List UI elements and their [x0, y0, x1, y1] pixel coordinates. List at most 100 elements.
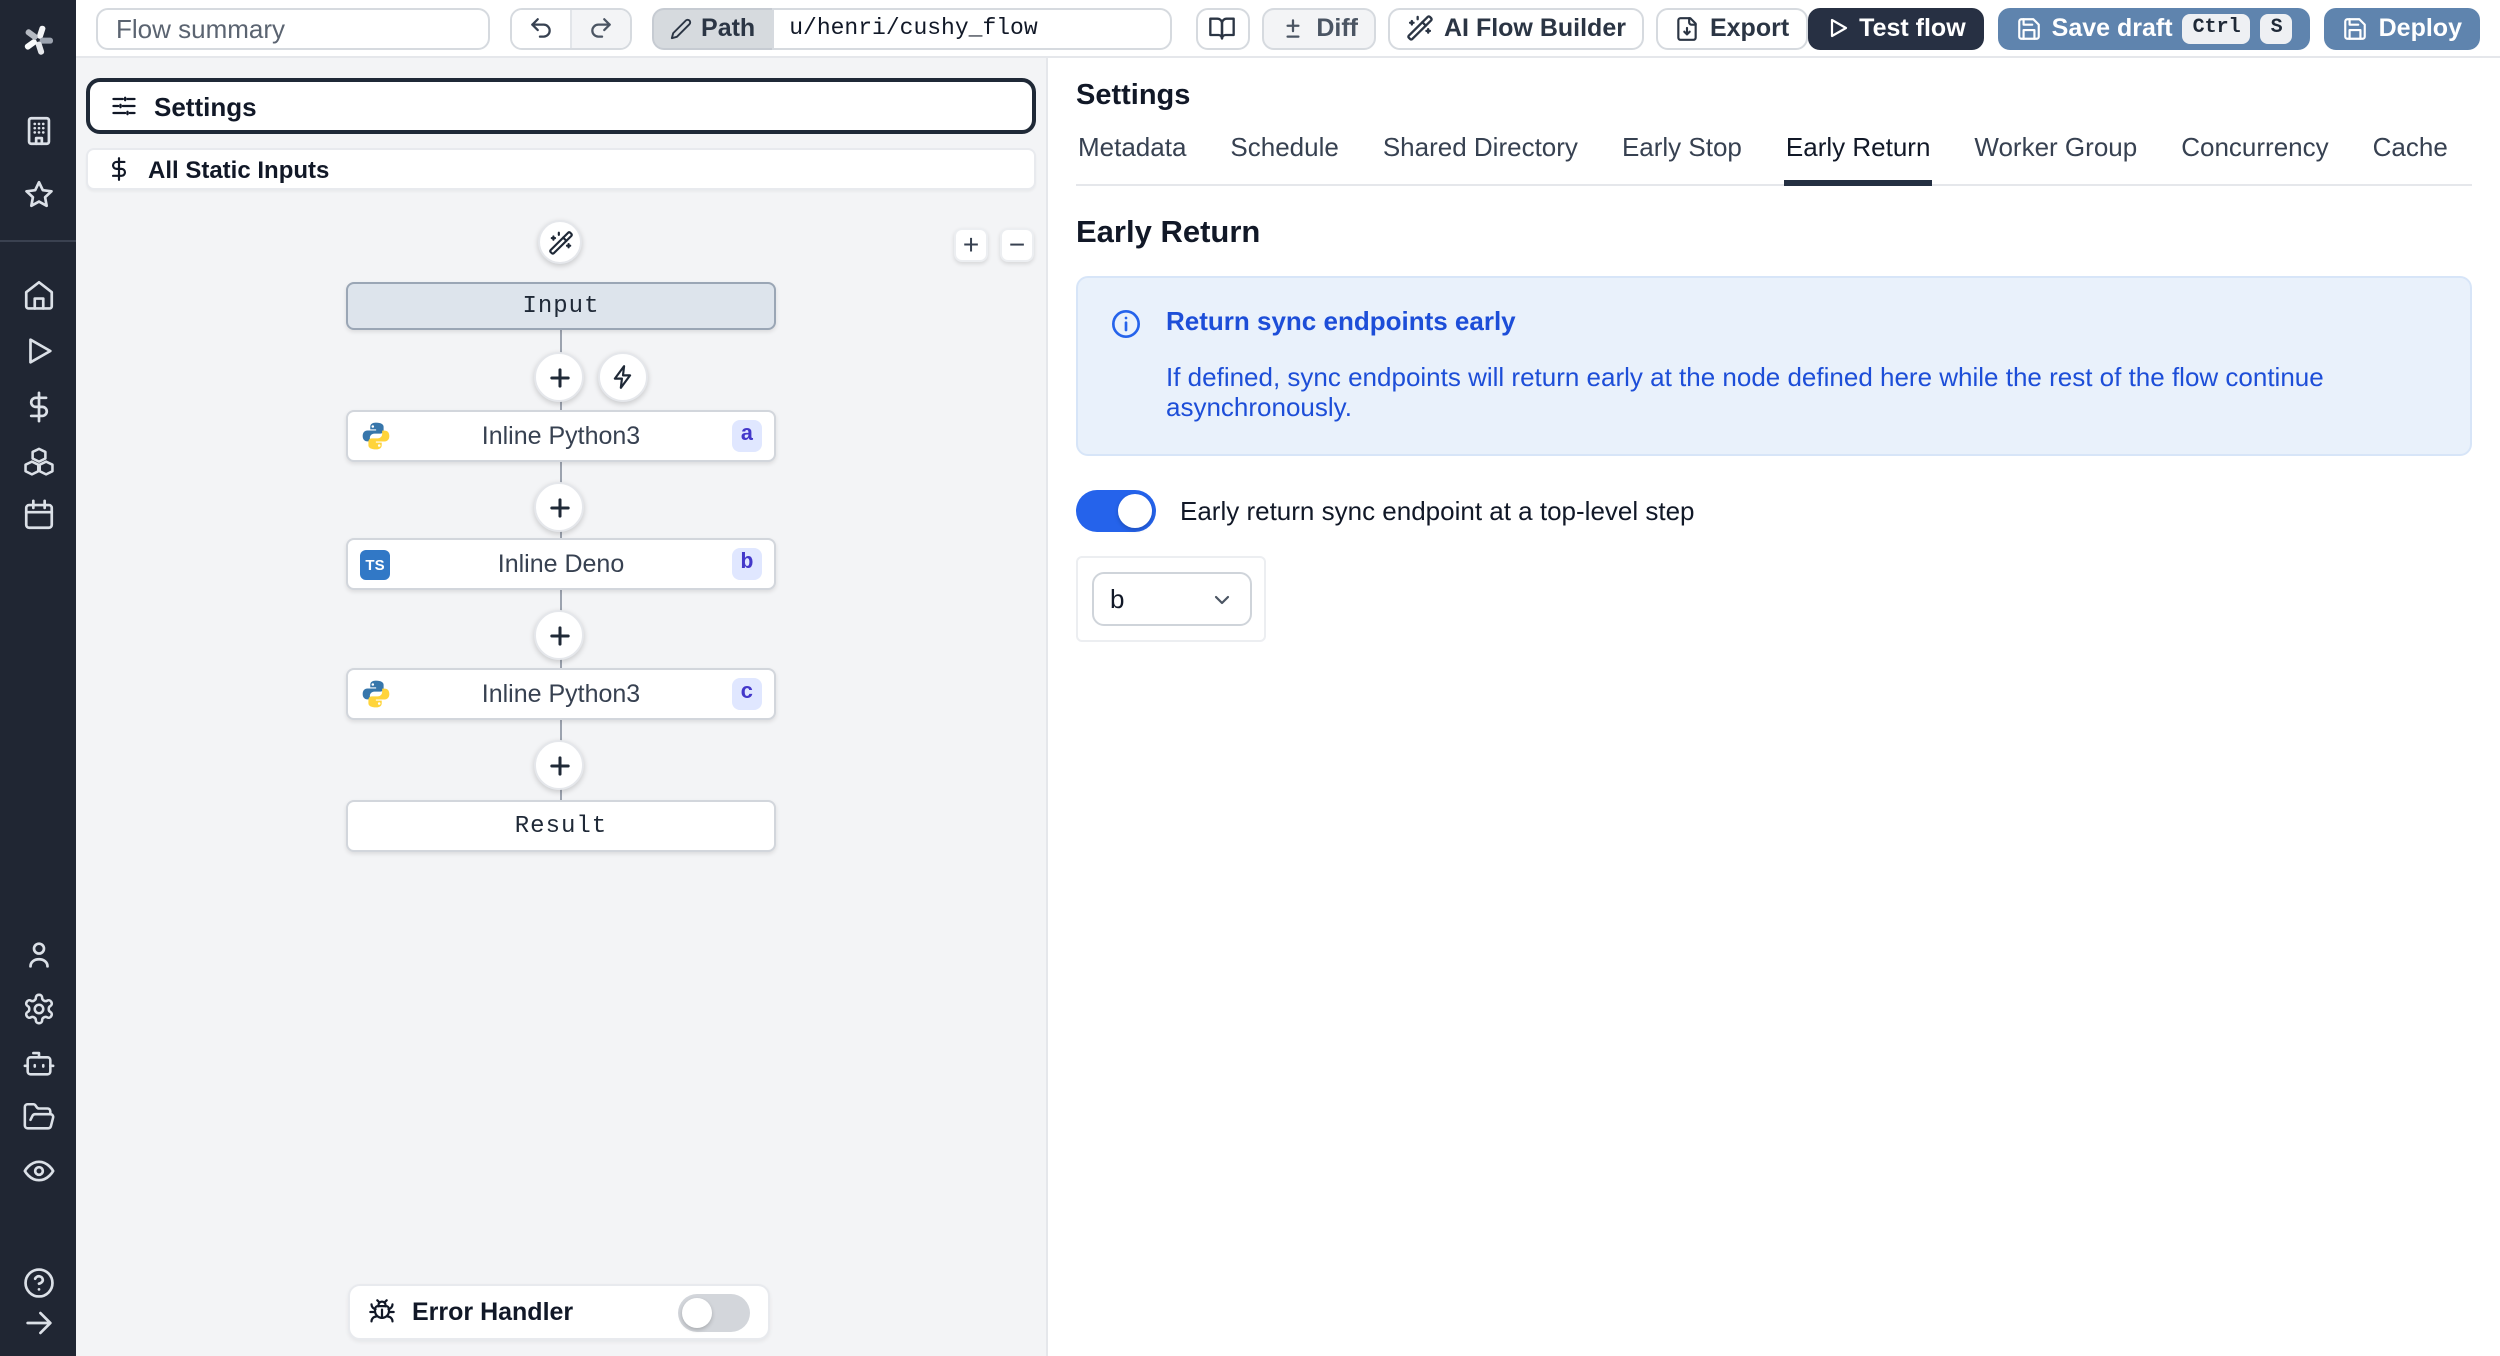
book-open-icon	[1209, 14, 1237, 42]
node-inline-deno-b[interactable]: TS Inline Deno b	[346, 538, 776, 590]
path-edit-button[interactable]: Path	[651, 7, 772, 49]
redo-icon	[588, 15, 614, 41]
top-toolbar: Path Diff	[76, 0, 2500, 58]
windmill-logo-icon[interactable]	[14, 16, 62, 64]
zoom-out-button[interactable]: −	[1000, 228, 1034, 262]
step-badge: a	[732, 420, 762, 452]
tab-schedule[interactable]: Schedule	[1228, 132, 1340, 186]
node-result[interactable]: Result	[346, 800, 776, 852]
docs-button[interactable]	[1195, 7, 1251, 49]
gear-icon	[21, 991, 55, 1025]
settings-panel-title: Settings	[1076, 80, 1191, 112]
path-group: Path	[651, 7, 1172, 49]
play-icon	[21, 333, 55, 367]
sidebar-item-variables[interactable]	[0, 382, 76, 430]
redo-button[interactable]	[570, 9, 630, 47]
undo-button[interactable]	[512, 9, 571, 47]
add-trigger-button[interactable]	[598, 352, 648, 402]
path-input[interactable]	[771, 7, 1172, 49]
info-title: Return sync endpoints early	[1166, 306, 1516, 336]
play-icon	[1825, 16, 1849, 40]
insert-step-button[interactable]	[534, 352, 584, 402]
info-icon	[1110, 308, 1142, 422]
deploy-button[interactable]: Deploy	[2324, 7, 2480, 49]
tab-worker-group[interactable]: Worker Group	[1972, 132, 2139, 186]
save-draft-label: Save draft	[2051, 14, 2173, 42]
robot-icon	[21, 1045, 55, 1079]
tab-concurrency[interactable]: Concurrency	[2179, 132, 2330, 186]
flow-settings-item[interactable]: Settings	[86, 78, 1036, 134]
user-icon	[21, 937, 55, 971]
windmill-flow-editor: Path Diff	[0, 0, 2500, 1356]
tab-early-return[interactable]: Early Return	[1783, 132, 1933, 186]
sidebar-item-settings[interactable]	[0, 984, 76, 1032]
insert-step-button[interactable]	[534, 610, 584, 660]
info-content: Return sync endpoints early If defined, …	[1166, 306, 2438, 422]
eye-icon	[21, 1153, 55, 1187]
early-return-toggle[interactable]	[1076, 490, 1156, 532]
undo-icon	[528, 15, 554, 41]
export-button[interactable]: Export	[1655, 7, 1808, 49]
test-flow-label: Test flow	[1859, 14, 1966, 42]
step-select-container: b	[1076, 556, 1266, 642]
insert-step-button[interactable]	[534, 740, 584, 790]
all-static-inputs-item[interactable]: All Static Inputs	[86, 148, 1036, 190]
diff-button[interactable]: Diff	[1262, 7, 1376, 49]
toolbar-right-group: Test flow Save draft Ctrl S Deploy	[1807, 7, 2480, 49]
sidebar-item-user[interactable]	[0, 930, 76, 978]
early-return-info-box: Return sync endpoints early If defined, …	[1076, 276, 2472, 456]
save-draft-button[interactable]: Save draft Ctrl S	[1997, 7, 2311, 49]
python-icon	[360, 678, 392, 710]
tab-metadata[interactable]: Metadata	[1076, 132, 1188, 186]
flow-settings-label: Settings	[154, 91, 257, 121]
sidebar-item-resources[interactable]	[0, 438, 76, 486]
sliders-icon	[110, 92, 138, 120]
tab-cache[interactable]: Cache	[2371, 132, 2450, 186]
export-label: Export	[1709, 14, 1790, 42]
undo-redo-group	[510, 7, 632, 49]
sidebar-item-folders[interactable]	[0, 1092, 76, 1140]
tab-shared-directory[interactable]: Shared Directory	[1381, 132, 1580, 186]
sidebar	[0, 0, 76, 1356]
zoom-in-button[interactable]: +	[954, 228, 988, 262]
flow-summary-input[interactable]	[96, 7, 491, 49]
ai-flow-builder-button[interactable]: AI Flow Builder	[1388, 7, 1644, 49]
node-label: Input	[522, 292, 600, 320]
ai-flow-builder-label: AI Flow Builder	[1444, 14, 1626, 42]
toggle-knob	[682, 1297, 712, 1327]
path-label: Path	[701, 14, 756, 42]
arrow-right-icon	[21, 1305, 55, 1339]
node-label: Inline Python3	[481, 422, 641, 450]
diff-label: Diff	[1316, 14, 1358, 42]
sidebar-collapse-button[interactable]	[0, 1308, 76, 1356]
ai-builder-graph-button[interactable]	[538, 220, 582, 264]
error-handler-item[interactable]: Error Handler	[348, 1284, 770, 1340]
folder-open-icon	[21, 1099, 55, 1133]
sidebar-item-workspace[interactable]	[0, 106, 76, 154]
sidebar-item-favorites[interactable]	[0, 170, 76, 218]
sidebar-item-ai[interactable]	[0, 1038, 76, 1086]
info-body: If defined, sync endpoints will return e…	[1166, 362, 2324, 422]
node-inline-python3-a[interactable]: Inline Python3 a	[346, 410, 776, 462]
sidebar-item-help[interactable]	[0, 1258, 76, 1306]
sidebar-item-home[interactable]	[0, 270, 76, 318]
wand-sparkles-icon	[547, 229, 573, 255]
early-return-step-select[interactable]: b	[1092, 572, 1252, 626]
kbd-s: S	[2260, 13, 2293, 43]
sidebar-item-runs[interactable]	[0, 326, 76, 374]
calendar-icon	[21, 497, 55, 531]
boxes-icon	[21, 445, 55, 479]
plus-icon	[545, 621, 573, 649]
error-handler-label: Error Handler	[412, 1298, 574, 1326]
all-static-inputs-label: All Static Inputs	[148, 155, 330, 183]
node-input[interactable]: Input	[346, 282, 776, 330]
sidebar-item-schedules[interactable]	[0, 490, 76, 538]
home-icon	[21, 277, 55, 311]
node-inline-python3-c[interactable]: Inline Python3 c	[346, 668, 776, 720]
error-handler-toggle[interactable]	[678, 1293, 750, 1331]
save-icon	[2016, 15, 2042, 41]
insert-step-button[interactable]	[534, 482, 584, 532]
tab-early-stop[interactable]: Early Stop	[1620, 132, 1744, 186]
sidebar-item-audit[interactable]	[0, 1146, 76, 1194]
test-flow-button[interactable]: Test flow	[1807, 7, 1984, 49]
